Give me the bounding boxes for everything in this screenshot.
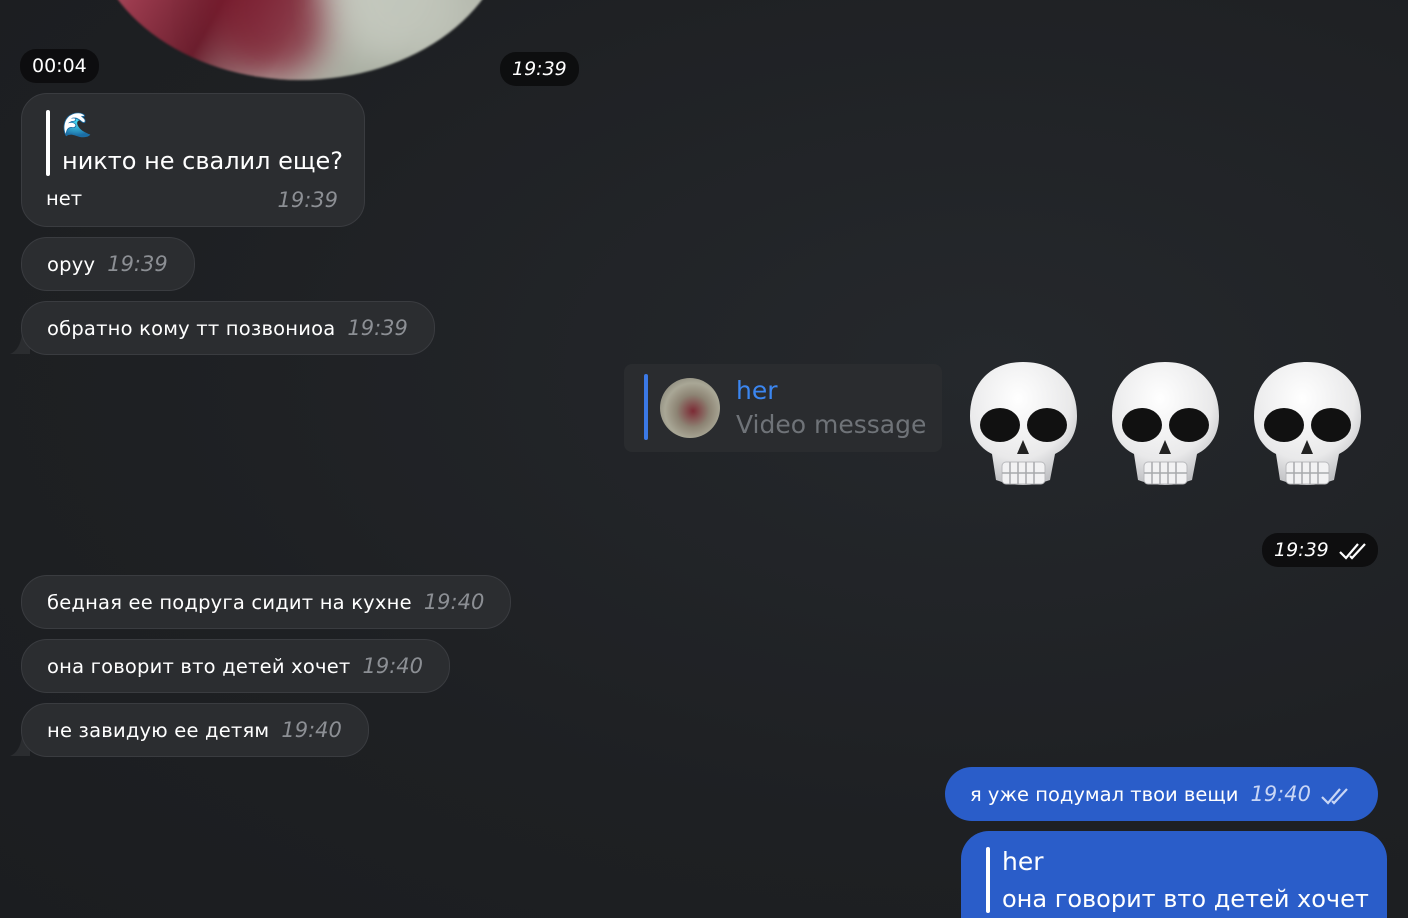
video-note-frame-blur bbox=[210, 0, 330, 80]
video-note-circle[interactable] bbox=[90, 0, 510, 80]
message-time: 19:39 bbox=[347, 316, 408, 340]
reply-preview[interactable]: her Video message bbox=[624, 364, 942, 452]
wave-emoji: 🌊 bbox=[62, 111, 92, 139]
reply-bar bbox=[986, 847, 990, 913]
double-check-icon bbox=[1321, 787, 1348, 805]
reply-author: her bbox=[1002, 847, 1044, 876]
message-text: обратно кому тт позвониоа bbox=[47, 317, 336, 340]
quoted-text: никто не свалил еще? bbox=[62, 147, 343, 175]
reply-author: her bbox=[736, 376, 778, 405]
message-time: 19:40 bbox=[1250, 782, 1311, 806]
video-note-duration: 00:04 bbox=[20, 49, 99, 83]
incoming-message-bubble[interactable]: она говорит вто детей хочет 19:40 bbox=[21, 639, 451, 693]
video-note-frame-blur bbox=[330, 0, 470, 70]
incoming-message-bubble[interactable]: 🌊 никто не свалил еще? нет 19:39 bbox=[21, 93, 365, 227]
chat-view: 00:04 19:39 🌊 никто не свалил еще? нет 1… bbox=[0, 0, 1408, 918]
message-text: я уже подумал твои вещи bbox=[970, 783, 1239, 806]
message-text: нет bbox=[46, 187, 83, 210]
message-time: 19:39 bbox=[107, 252, 168, 276]
quote-bar bbox=[46, 110, 50, 176]
incoming-message-bubble[interactable]: обратно кому тт позвониоа 19:39 bbox=[21, 301, 435, 355]
outgoing-message-bubble[interactable]: я уже подумал твои вещи 19:40 bbox=[945, 767, 1379, 821]
skull-emoji bbox=[970, 362, 1077, 485]
message-text: бедная ее подруга сидит на кухне bbox=[47, 591, 412, 614]
incoming-message-bubble[interactable]: не завидую ее детям 19:40 bbox=[21, 703, 369, 757]
emoji-message-time: 19:39 bbox=[1262, 533, 1378, 567]
skull-emoji bbox=[1254, 362, 1361, 485]
message-text: не завидую ее детям bbox=[47, 719, 270, 742]
message-time: 19:40 bbox=[362, 654, 424, 678]
double-check-icon bbox=[1339, 542, 1366, 560]
outgoing-message-bubble[interactable]: her она говорит вто детей хочет bbox=[961, 831, 1387, 918]
message-text: оруу bbox=[47, 253, 96, 276]
message-time: 19:40 bbox=[281, 718, 342, 742]
reply-quoted-text: она говорит вто детей хочет bbox=[1002, 885, 1369, 913]
incoming-message-bubble[interactable]: оруу 19:39 bbox=[21, 237, 195, 291]
message-time: 19:39 bbox=[277, 188, 338, 212]
message-time: 19:40 bbox=[423, 590, 485, 614]
video-note-time: 19:39 bbox=[500, 52, 579, 86]
reply-subtitle: Video message bbox=[736, 410, 927, 439]
reply-bar bbox=[644, 374, 648, 440]
video-thumbnail-avatar bbox=[660, 378, 720, 438]
message-text: она говорит вто детей хочет bbox=[47, 655, 351, 678]
incoming-message-bubble[interactable]: бедная ее подруга сидит на кухне 19:40 bbox=[21, 575, 512, 629]
skull-emoji bbox=[1112, 362, 1219, 485]
message-time: 19:39 bbox=[1274, 539, 1329, 561]
